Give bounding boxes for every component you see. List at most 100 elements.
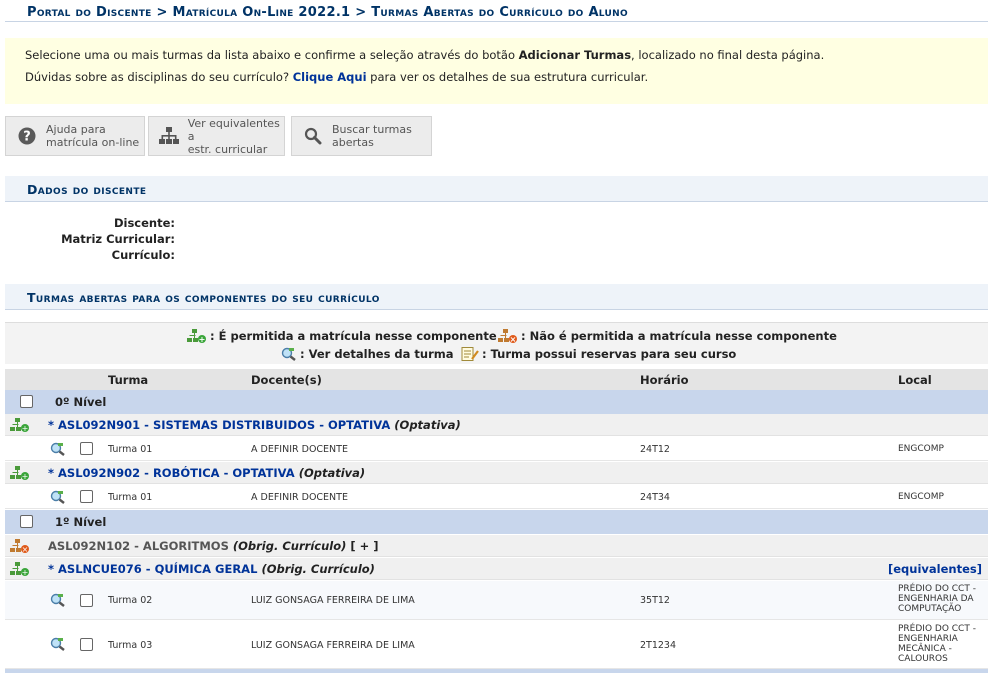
- component-row: + * ASL092N901 - SISTEMAS DISTRIBUIDOS -…: [5, 414, 988, 436]
- instructions-line-1: Selecione uma ou mais turmas da lista ab…: [25, 48, 968, 62]
- instructions-box: Selecione uma ou mais turmas da lista ab…: [5, 38, 988, 104]
- equivalents-link[interactable]: [equivalentes]: [888, 562, 982, 576]
- details-icon: [281, 347, 296, 361]
- search-classes-button[interactable]: Buscar turmas abertas: [291, 116, 432, 156]
- class-teacher: A DEFINIR DOCENTE: [251, 492, 348, 503]
- instructions-bold: Adicionar Turmas: [518, 48, 632, 62]
- level-row: 0º Nível: [5, 390, 988, 414]
- doubts-text-end: para ver os detalhes de sua estrutura cu…: [366, 70, 649, 84]
- class-location: PRÉDIO DO CCT - ENGENHARIA MECÂNICA - CA…: [898, 624, 976, 664]
- details-icon[interactable]: [50, 442, 66, 456]
- details-icon[interactable]: [50, 490, 66, 504]
- class-teacher: LUIZ GONSAGA FERREIRA DE LIMA: [251, 640, 415, 651]
- table-header: Turma Docente(s) Horário Local: [5, 369, 988, 390]
- svg-text:+: +: [22, 568, 29, 576]
- allowed-icon: +: [10, 466, 29, 480]
- header-docente: Docente(s): [251, 373, 322, 387]
- component-type: (Obrig. Currículo): [261, 562, 375, 576]
- equivalents-button[interactable]: Ver equivalentes a estr. curricular: [148, 116, 285, 156]
- svg-text:+: +: [22, 424, 29, 432]
- not-allowed-icon: ×: [10, 539, 29, 553]
- legend-allowed: + : É permitida a matrícula nesse compon…: [187, 329, 497, 343]
- student-data-title: Dados do discente: [27, 182, 147, 197]
- details-icon[interactable]: [50, 637, 66, 651]
- legend-reserves: : Turma possui reservas para seu curso: [461, 347, 736, 361]
- class-teacher: A DEFINIR DOCENTE: [251, 444, 348, 455]
- open-classes-title: Turmas abertas para os componentes do se…: [27, 290, 380, 305]
- component-type: (Optativa): [394, 418, 461, 432]
- class-checkbox[interactable]: [80, 442, 93, 455]
- class-schedule: 24T34: [640, 492, 670, 503]
- instructions-line-2: Dúvidas sobre as disciplinas do seu curr…: [25, 70, 968, 84]
- legend-allowed-text: : É permitida a matrícula nesse componen…: [210, 329, 497, 343]
- class-teacher: LUIZ GONSAGA FERREIRA DE LIMA: [251, 595, 415, 606]
- legend-details-text: : Ver detalhes da turma: [300, 347, 454, 361]
- component-row: × ASL092N102 - ALGORITMOS (Obrig. Curríc…: [5, 535, 988, 557]
- help-button[interactable]: ? Ajuda para matrícula on-line: [5, 116, 145, 156]
- class-row: Turma 01 A DEFINIR DOCENTE 24T34 ENGCOMP: [5, 485, 988, 509]
- class-row: Turma 02 LUIZ GONSAGA FERREIRA DE LIMA 3…: [5, 581, 988, 620]
- allowed-icon: +: [10, 418, 29, 432]
- component-label: ASL092N102 - ALGORITMOS (Obrig. Currícul…: [48, 539, 379, 553]
- question-icon: ?: [16, 125, 38, 147]
- legend-details: : Ver detalhes da turma: [281, 347, 454, 361]
- class-checkbox[interactable]: [80, 594, 93, 607]
- component-code[interactable]: * ASL092N901 - SISTEMAS DISTRIBUIDOS - O…: [48, 418, 390, 432]
- component-row: + * ASL092N902 - ROBÓTICA - OPTATIVA (Op…: [5, 462, 988, 484]
- class-name: Turma 01: [108, 444, 153, 455]
- svg-text:+: +: [22, 472, 29, 480]
- legend-not-allowed-text: : Não é permitida a matrícula nesse comp…: [521, 329, 837, 343]
- curriculo-label: Currículo:: [111, 248, 175, 262]
- level-checkbox[interactable]: [20, 515, 33, 528]
- click-here-link[interactable]: Clique Aqui: [293, 70, 367, 84]
- class-name: Turma 02: [108, 595, 153, 606]
- class-checkbox[interactable]: [80, 638, 93, 651]
- matriz-curricular-label: Matriz Curricular:: [61, 232, 175, 246]
- class-schedule: 35T12: [640, 595, 670, 606]
- level-label: 0º Nível: [55, 395, 107, 409]
- instructions-text-end: , localizado no final desta página.: [631, 48, 825, 62]
- component-type: (Obrig. Currículo): [232, 539, 347, 553]
- sitemap-icon: [159, 125, 180, 147]
- allowed-icon: +: [187, 329, 206, 343]
- level-checkbox[interactable]: [20, 395, 33, 408]
- search-classes-button-label: Buscar turmas abertas: [332, 123, 412, 149]
- svg-text:×: ×: [510, 335, 517, 343]
- student-data-section-title: Dados do discente: [5, 176, 988, 202]
- component-code: ASL092N102 - ALGORITMOS: [48, 539, 229, 553]
- component-link[interactable]: * ASLNCUE076 - QUÍMICA GERAL (Obrig. Cur…: [48, 562, 375, 576]
- component-code[interactable]: * ASLNCUE076 - QUÍMICA GERAL: [48, 562, 257, 576]
- component-type: (Optativa): [298, 466, 366, 480]
- expand-toggle[interactable]: [ + ]: [350, 539, 378, 553]
- level-row: 1º Nível: [5, 510, 988, 534]
- breadcrumb: Portal do Discente > Matrícula On-Line 2…: [5, 0, 988, 22]
- breadcrumb-text: Portal do Discente > Matrícula On-Line 2…: [27, 5, 628, 20]
- allowed-icon: +: [10, 562, 29, 576]
- doubts-text: Dúvidas sobre as disciplinas do seu curr…: [25, 70, 293, 84]
- component-link[interactable]: * ASL092N902 - ROBÓTICA - OPTATIVA (Opta…: [48, 466, 365, 480]
- legend: + : É permitida a matrícula nesse compon…: [5, 322, 988, 364]
- header-turma: Turma: [108, 373, 149, 387]
- class-schedule: 2T1234: [640, 640, 677, 651]
- component-link[interactable]: * ASL092N901 - SISTEMAS DISTRIBUIDOS - O…: [48, 418, 461, 432]
- component-row: + * ASLNCUE076 - QUÍMICA GERAL (Obrig. C…: [5, 558, 988, 580]
- reserves-icon: [461, 347, 479, 361]
- component-code[interactable]: * ASL092N902 - ROBÓTICA - OPTATIVA: [48, 466, 295, 480]
- search-icon: [302, 125, 324, 147]
- open-classes-section-title: Turmas abertas para os componentes do se…: [5, 284, 988, 310]
- svg-text:×: ×: [22, 545, 29, 553]
- class-row: Turma 03 LUIZ GONSAGA FERREIRA DE LIMA 2…: [5, 620, 988, 669]
- equivalents-button-label: Ver equivalentes a estr. curricular: [187, 116, 280, 156]
- header-horario: Horário: [640, 373, 689, 387]
- header-local: Local: [898, 373, 932, 387]
- class-checkbox[interactable]: [80, 490, 93, 503]
- class-name: Turma 03: [108, 640, 153, 651]
- instructions-text: Selecione uma ou mais turmas da lista ab…: [25, 48, 519, 62]
- class-location: PRÉDIO DO CCT - ENGENHARIA DA COMPUTAÇÃO: [898, 584, 976, 614]
- svg-text:?: ?: [23, 130, 31, 145]
- details-icon[interactable]: [50, 593, 66, 607]
- legend-not-allowed: × : Não é permitida a matrícula nesse co…: [498, 329, 837, 343]
- class-location: ENGCOMP: [898, 492, 944, 502]
- class-name: Turma 01: [108, 492, 153, 503]
- class-schedule: 24T12: [640, 444, 670, 455]
